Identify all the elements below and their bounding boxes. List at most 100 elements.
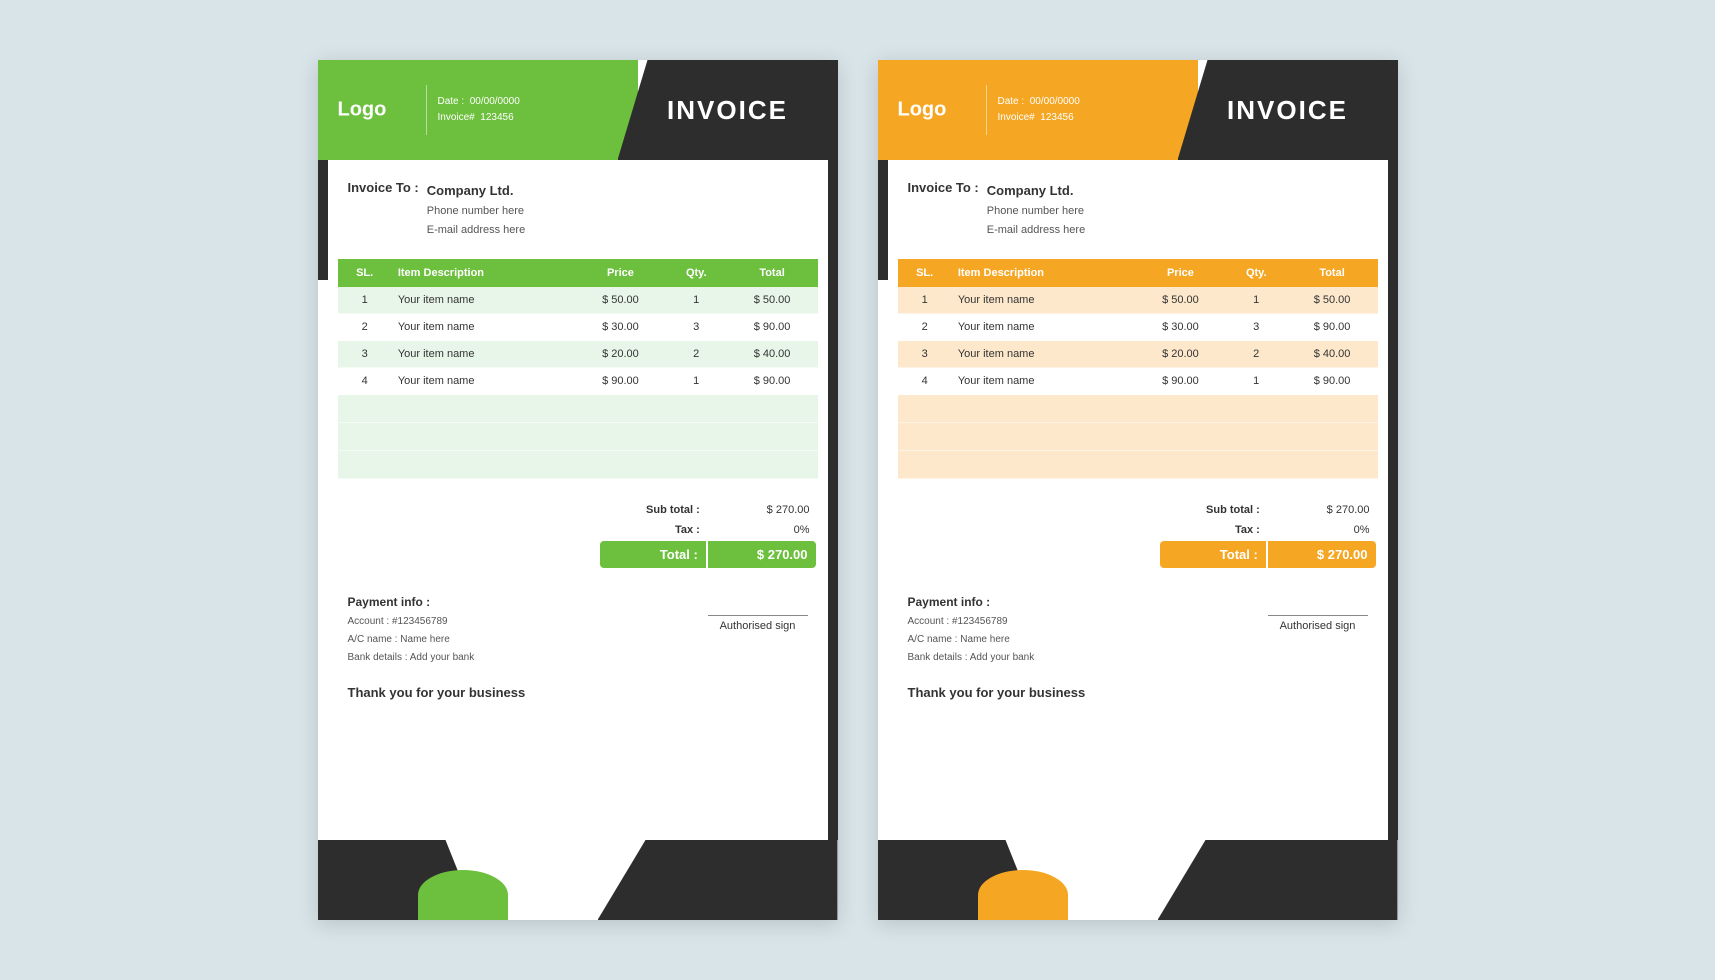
- cell-qty: 1: [666, 287, 727, 314]
- subtotal-label: Sub total :: [1160, 501, 1266, 519]
- cell-sl: 3: [338, 341, 392, 368]
- auth-sign-block: Authorised sign: [1268, 615, 1368, 632]
- cell-total: $ 90.00: [727, 314, 818, 341]
- invoice-title: INVOICE: [1227, 95, 1348, 126]
- empty-row-3: [338, 451, 818, 479]
- invoice-to-section: Invoice To : Company Ltd. Phone number h…: [318, 160, 838, 249]
- empty-row-3: [898, 451, 1378, 479]
- logo: Logo: [338, 99, 387, 122]
- company-phone: Phone number here: [987, 202, 1085, 221]
- cell-desc: Your item name: [952, 341, 1135, 368]
- totals-table: Sub total : $ 270.00 Tax : 0% Total : $ …: [1158, 499, 1378, 570]
- invoice-to-label: Invoice To :: [908, 180, 979, 195]
- payment-info-label: Payment info :: [348, 595, 475, 609]
- cell-price: $ 50.00: [575, 287, 666, 314]
- col-header-2: Price: [575, 259, 666, 287]
- cell-total: $ 40.00: [727, 341, 818, 368]
- col-header-3: Qty.: [666, 259, 727, 287]
- date-line: Date : 00/00/0000: [998, 94, 1080, 110]
- table-row: 2 Your item name $ 30.00 3 $ 90.00: [898, 314, 1378, 341]
- date-line: Date : 00/00/0000: [438, 94, 520, 110]
- bottom-decoration: [878, 840, 1398, 920]
- right-side-bar: [1388, 160, 1398, 840]
- auth-sign-line: [1268, 615, 1368, 616]
- totals-section: Sub total : $ 270.00 Tax : 0% Total : $ …: [318, 489, 838, 580]
- bottom-dark-right: [1158, 840, 1398, 920]
- tax-row: Tax : 0%: [600, 521, 816, 539]
- col-header-4: Total: [727, 259, 818, 287]
- cell-qty: 1: [666, 368, 727, 395]
- invoice-header: INVOICE Logo Date : 00/00/0000 Invoice# …: [318, 60, 838, 160]
- table-row: 4 Your item name $ 90.00 1 $ 90.00: [898, 368, 1378, 395]
- table-header-row: SL.Item DescriptionPriceQty.Total: [338, 259, 818, 287]
- col-header-0: SL.: [898, 259, 952, 287]
- total-value: $ 270.00: [1268, 541, 1376, 568]
- subtotal-row: Sub total : $ 270.00: [600, 501, 816, 519]
- bottom-color-arc: [978, 870, 1068, 920]
- cell-qty: 1: [1226, 368, 1287, 395]
- totals-table: Sub total : $ 270.00 Tax : 0% Total : $ …: [598, 499, 818, 570]
- cell-sl: 2: [338, 314, 392, 341]
- col-header-1: Item Description: [952, 259, 1135, 287]
- bottom-decoration: [318, 840, 838, 920]
- cell-total: $ 90.00: [727, 368, 818, 395]
- empty-row-1: [898, 395, 1378, 423]
- company-phone: Phone number here: [427, 202, 525, 221]
- table-row: 1 Your item name $ 50.00 1 $ 50.00: [338, 287, 818, 314]
- tax-value: 0%: [708, 521, 816, 539]
- payment-ac-name: A/C name : Name here: [348, 631, 475, 649]
- logo: Logo: [898, 99, 947, 122]
- header-info: Date : 00/00/0000 Invoice# 123456: [438, 94, 520, 126]
- subtotal-value: $ 270.00: [708, 501, 816, 519]
- bottom-dark-right: [598, 840, 838, 920]
- cell-sl: 4: [338, 368, 392, 395]
- table-row: 3 Your item name $ 20.00 2 $ 40.00: [338, 341, 818, 368]
- total-label: Total :: [1160, 541, 1266, 568]
- cell-sl: 2: [898, 314, 952, 341]
- invoice-table: SL.Item DescriptionPriceQty.Total 1 Your…: [338, 259, 818, 479]
- cell-price: $ 90.00: [575, 368, 666, 395]
- header-dark-block: INVOICE: [618, 60, 838, 160]
- total-row: Total : $ 270.00: [1160, 541, 1376, 568]
- col-header-3: Qty.: [1226, 259, 1287, 287]
- tax-label: Tax :: [600, 521, 706, 539]
- cell-desc: Your item name: [952, 314, 1135, 341]
- cell-desc: Your item name: [952, 287, 1135, 314]
- header-side-bar: [828, 60, 838, 160]
- company-name: Company Ltd.: [987, 180, 1085, 202]
- subtotal-value: $ 270.00: [1268, 501, 1376, 519]
- total-label: Total :: [600, 541, 706, 568]
- tax-row: Tax : 0%: [1160, 521, 1376, 539]
- footer-section: Payment info : Account : #123456789 A/C …: [878, 585, 1398, 677]
- invoice-title: INVOICE: [667, 95, 788, 126]
- invoice-to-section: Invoice To : Company Ltd. Phone number h…: [878, 160, 1398, 249]
- cell-price: $ 30.00: [575, 314, 666, 341]
- payment-ac-name: A/C name : Name here: [908, 631, 1035, 649]
- table-header-row: SL.Item DescriptionPriceQty.Total: [898, 259, 1378, 287]
- tax-label: Tax :: [1160, 521, 1266, 539]
- table-row: 3 Your item name $ 20.00 2 $ 40.00: [898, 341, 1378, 368]
- cell-price: $ 30.00: [1135, 314, 1226, 341]
- col-header-0: SL.: [338, 259, 392, 287]
- cell-desc: Your item name: [392, 314, 575, 341]
- totals-section: Sub total : $ 270.00 Tax : 0% Total : $ …: [878, 489, 1398, 580]
- header-divider: [426, 85, 427, 135]
- cell-desc: Your item name: [392, 368, 575, 395]
- cell-desc: Your item name: [392, 341, 575, 368]
- header-dark-block: INVOICE: [1178, 60, 1398, 160]
- cell-sl: 1: [338, 287, 392, 314]
- cell-qty: 2: [666, 341, 727, 368]
- footer-section: Payment info : Account : #123456789 A/C …: [318, 585, 838, 677]
- bottom-color-arc: [418, 870, 508, 920]
- cell-desc: Your item name: [952, 368, 1135, 395]
- header-divider: [986, 85, 987, 135]
- auth-sign-line: [708, 615, 808, 616]
- total-value: $ 270.00: [708, 541, 816, 568]
- col-header-2: Price: [1135, 259, 1226, 287]
- cell-price: $ 20.00: [575, 341, 666, 368]
- table-row: 2 Your item name $ 30.00 3 $ 90.00: [338, 314, 818, 341]
- payment-info: Payment info : Account : #123456789 A/C …: [908, 595, 1035, 667]
- empty-row-2: [898, 423, 1378, 451]
- left-side-bar: [318, 160, 328, 280]
- cell-qty: 2: [1226, 341, 1287, 368]
